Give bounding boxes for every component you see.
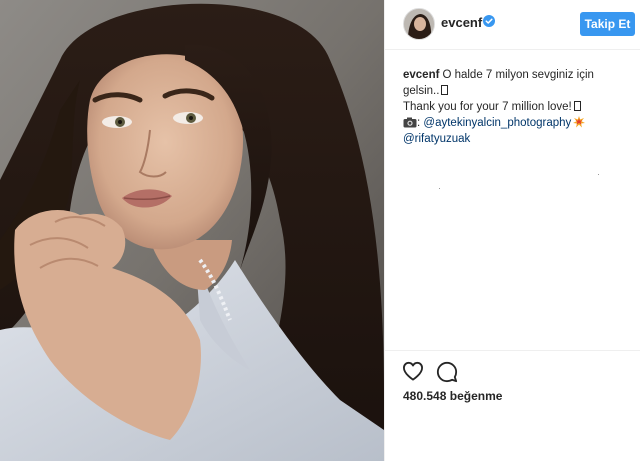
avatar[interactable] [403,8,435,40]
caption-username[interactable]: evcenf [403,69,439,81]
post-actions: 480.548 beğenme [385,350,640,411]
post-header: evcenf Takip Et [385,0,640,50]
post-photo[interactable] [0,0,384,461]
divider-dot [439,188,440,189]
follow-button[interactable]: Takip Et [580,12,635,36]
likes-label: beğenme [449,389,503,403]
header-username[interactable]: evcenf [441,15,482,30]
divider-dot [598,174,599,175]
credit-prefix: : [417,117,421,129]
likes-count[interactable]: 480.548 beğenme [403,389,502,403]
post-caption: evcenf O halde 7 milyon sevginiz için gel… [403,67,621,147]
portrait-image [0,0,384,461]
avatar-image [404,9,434,39]
comment-icon[interactable] [436,361,458,383]
emoji-placeholder-icon [441,85,449,95]
caption-line-2: Thank you for your 7 million love! [403,99,621,115]
caption-line-3: : @aytekinyalcin_photography [403,115,621,131]
caption-line-1: evcenf O halde 7 milyon sevginiz için gel… [403,67,621,99]
heart-icon[interactable] [402,361,424,381]
instagram-post: evcenf Takip Et evcenf O halde 7 milyon s… [0,0,640,461]
emoji-placeholder-icon [573,101,581,111]
likes-number: 480.548 [403,389,447,403]
collision-emoji-icon [573,116,586,128]
caption-text-english: Thank you for your 7 million love! [403,101,572,113]
stylist-mention-link[interactable]: @rifatyuzuak [403,133,470,145]
post-side-panel: evcenf Takip Et evcenf O halde 7 milyon s… [384,0,640,461]
photographer-mention-link[interactable]: @aytekinyalcin_photography [423,117,571,129]
camera-icon [403,117,417,128]
caption-line-4: @rifatyuzuak [403,131,621,147]
verified-badge-icon [483,15,495,27]
